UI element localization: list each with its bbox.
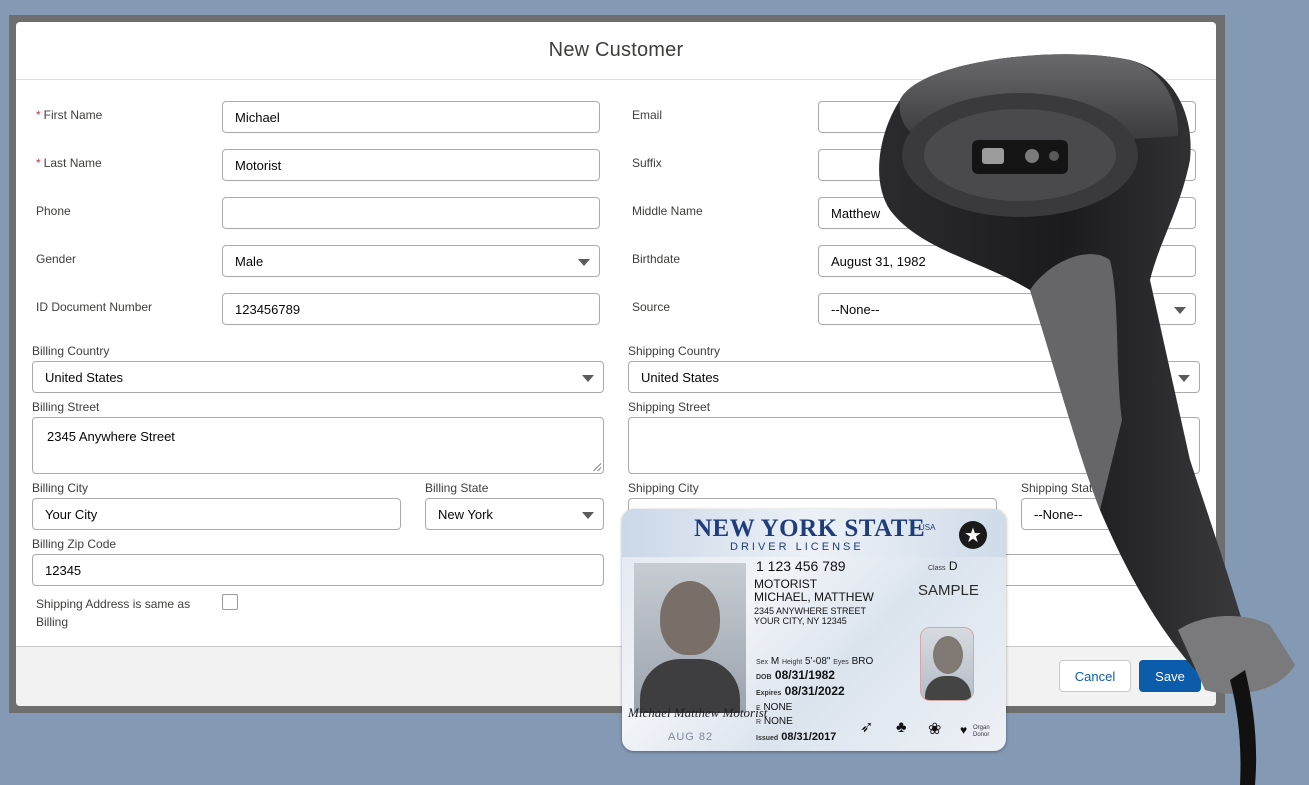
modal-footer [16,646,1216,706]
same-as-billing-checkbox[interactable] [222,594,238,610]
license-aug: AUG 82 [668,731,714,743]
suffix-label: Suffix [632,156,662,170]
chevron-down-icon [1178,375,1190,382]
first-name-input[interactable]: Michael [222,101,600,133]
billing-state-label: Billing State [425,481,489,495]
chevron-down-icon [1174,307,1186,314]
license-id: 1 123 456 789 [756,558,846,574]
license-restrictions: R NONE [756,716,793,727]
license-physical: Sex M Height 5'-08" Eyes BRO [756,656,874,667]
source-select[interactable]: --None-- [818,293,1196,325]
chevron-down-icon [578,259,590,266]
suffix-input[interactable] [818,149,1196,181]
license-signature: Michael Matthew Motorist [628,705,768,720]
shipping-street-textarea[interactable] [628,417,1200,474]
portrait-head [660,581,720,655]
organ-donor-label: Organ Donor [973,725,990,738]
chevron-down-icon [1178,512,1190,519]
ghost-portrait-head [933,636,963,674]
ghost-portrait-body [925,676,971,700]
phone-input[interactable] [222,197,600,229]
paw-icon: ❀ [928,721,942,738]
license-sample: SAMPLE [918,582,979,599]
shipping-street-label: Shipping Street [628,400,711,414]
shipping-state-label: Shipping State [1021,481,1100,495]
birthdate-input[interactable]: August 31, 1982 [818,245,1196,277]
billing-street-label: Billing Street [32,400,100,414]
leaf-icon: ♣ [896,719,907,736]
license-expires: Expires 08/31/2022 [756,684,845,698]
source-label: Source [632,300,671,314]
billing-country-label: Billing Country [32,344,110,358]
shipping-country-select[interactable]: United States [628,361,1200,393]
middle-name-input[interactable]: Matthew [818,197,1196,229]
license-dob: DOB 08/31/1982 [756,668,835,682]
heart-icon: ♥ [960,723,968,737]
shipping-state-select[interactable]: --None-- [1021,498,1200,530]
billing-city-input[interactable]: Your City [32,498,401,530]
new-customer-modal: New Customer * First Name Michael * Last N… [16,22,1216,706]
email-label: Email [632,108,663,122]
driver-license-card: NEW YORK STATE USA DRIVER LICENSE ★ Mich… [622,509,1006,751]
license-ghost-photo [920,627,974,701]
resize-handle-icon[interactable] [593,463,601,471]
license-country: USA [919,523,936,532]
cancel-button[interactable]: Cancel [1059,660,1131,692]
license-class: Class D [928,559,958,573]
license-first-names: MICHAEL, MATTHEW [754,590,874,604]
chevron-down-icon [582,512,594,519]
billing-street-textarea[interactable]: 2345 Anywhere Street [32,417,604,474]
same-as-billing-label: Shipping Address is same as Billing [36,597,191,629]
email-input[interactable] [818,101,1196,133]
middle-name-label: Middle Name [632,204,703,218]
gender-select[interactable]: Male [222,245,600,277]
license-issued: Issued 08/31/2017 [756,731,837,743]
license-address-1: 2345 ANYWHERE STREET [754,606,867,616]
license-address-2: YOUR CITY, NY 12345 [754,616,847,626]
license-endorsements: E NONE [756,702,793,713]
shipping-city-label: Shipping City [628,481,699,495]
last-name-label: * Last Name [36,156,102,170]
birthdate-label: Birthdate [632,252,681,266]
gender-label: Gender [36,252,77,266]
chevron-down-icon [582,375,594,382]
save-button[interactable]: Save [1139,660,1201,692]
license-type: DRIVER LICENSE [730,541,864,553]
last-name-input[interactable]: Motorist [222,149,600,181]
billing-zip-input[interactable]: 12345 [32,554,604,586]
license-photo [634,563,746,713]
billing-state-select[interactable]: New York [425,498,604,530]
modal-header: New Customer [16,22,1216,80]
id-document-number-label: ID Document Number [36,300,153,314]
license-state-title: NEW YORK STATE [694,515,926,542]
phone-label: Phone [36,204,71,218]
billing-city-label: Billing City [32,481,89,495]
id-document-number-input[interactable]: 123456789 [222,293,600,325]
modal-title: New Customer [548,39,684,61]
fish-icon: ➶ [860,719,874,736]
first-name-label: * First Name [36,108,103,122]
billing-country-select[interactable]: United States [32,361,604,393]
shipping-country-label: Shipping Country [628,344,721,358]
star-icon: ★ [959,521,987,549]
billing-zip-label: Billing Zip Code [32,537,117,551]
